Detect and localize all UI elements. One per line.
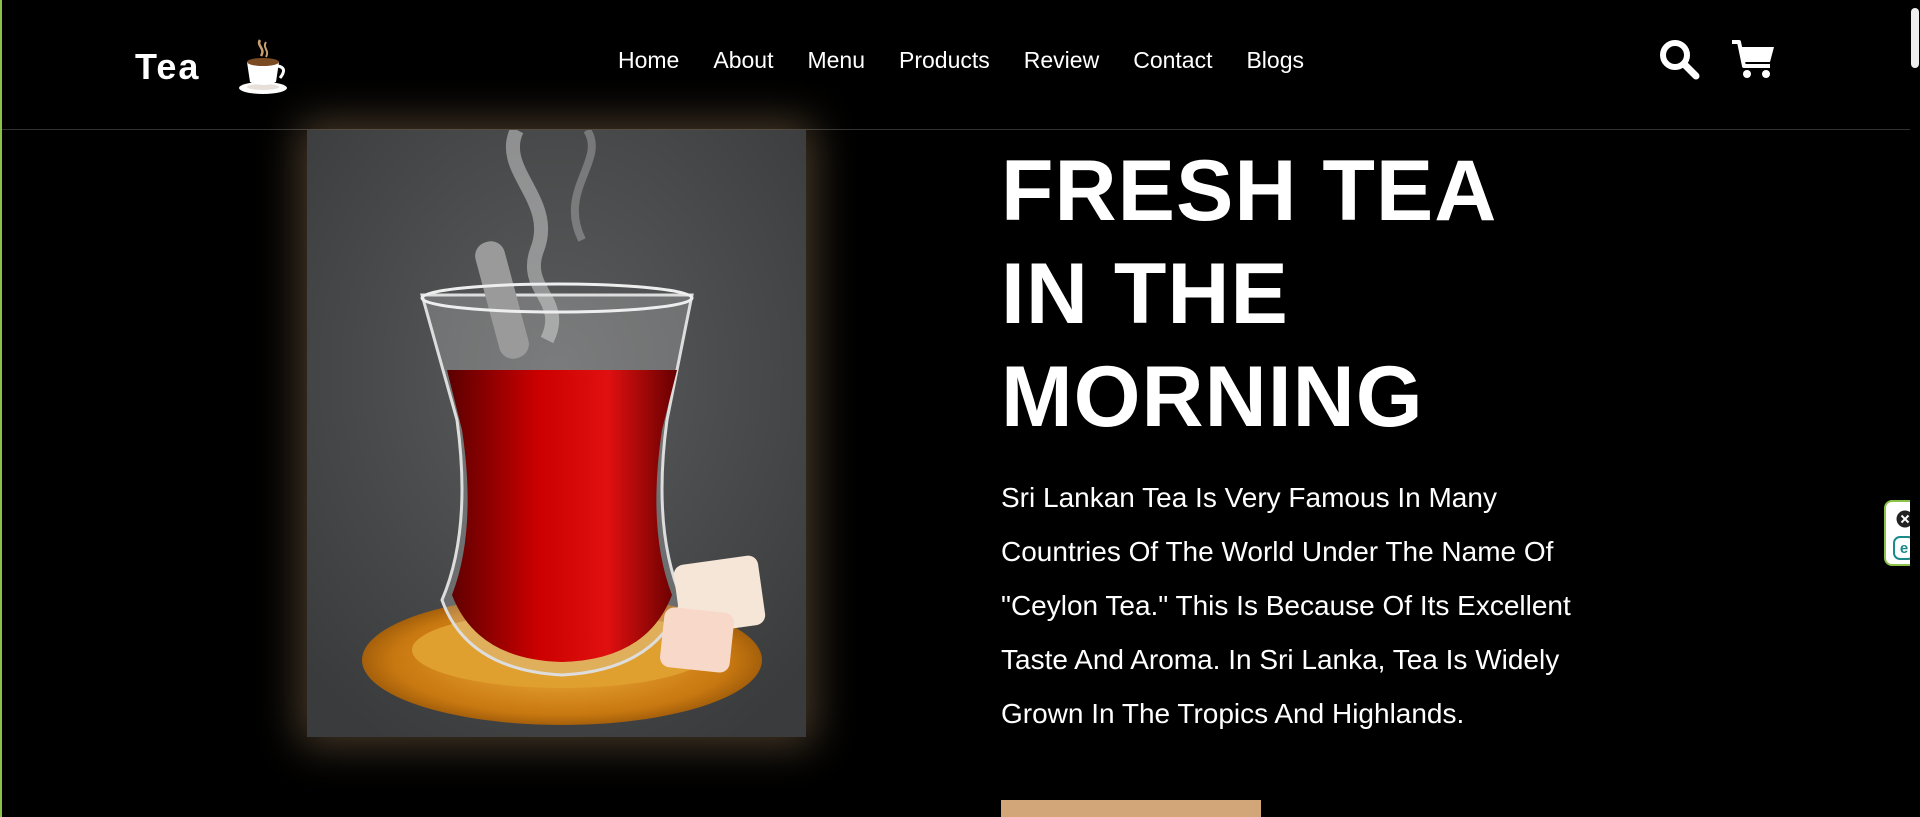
site-header: Tea Home About Menu Products Review Cont…: [2, 0, 1910, 130]
hero-title-line-1: FRESH TEA: [1001, 143, 1498, 239]
hero-title-line-3: MORNING: [1001, 349, 1424, 445]
hero-tea-glass-image: [307, 130, 806, 737]
hero-title-line-2: IN THE: [1001, 246, 1289, 342]
coffee-cup-icon: [239, 39, 288, 94]
shopping-cart-icon[interactable]: [1730, 38, 1776, 80]
header-icons: [1658, 38, 1776, 80]
search-icon[interactable]: [1658, 38, 1700, 80]
logo-text: Tea: [135, 46, 201, 87]
nav-menu[interactable]: Menu: [807, 47, 865, 74]
hero-title: FRESH TEA IN THE MORNING: [1001, 140, 1571, 449]
nav-products[interactable]: Products: [899, 47, 990, 74]
hero-description: Sri Lankan Tea Is Very Famous In Many Co…: [1001, 482, 1571, 729]
hero-text: FRESH TEA IN THE MORNING Sri Lankan Tea …: [1001, 140, 1571, 741]
nav-contact[interactable]: Contact: [1133, 47, 1212, 74]
svg-text:e: e: [1900, 540, 1908, 557]
scrollbar[interactable]: [1910, 0, 1920, 817]
logo[interactable]: Tea: [135, 38, 290, 96]
main-nav: Home About Menu Products Review Contact …: [618, 47, 1304, 74]
hero-cta-button[interactable]: [1001, 800, 1261, 817]
nav-about[interactable]: About: [713, 47, 773, 74]
scrollbar-thumb[interactable]: [1911, 8, 1919, 68]
nav-blogs[interactable]: Blogs: [1246, 47, 1304, 74]
nav-home[interactable]: Home: [618, 47, 679, 74]
nav-review[interactable]: Review: [1024, 47, 1099, 74]
